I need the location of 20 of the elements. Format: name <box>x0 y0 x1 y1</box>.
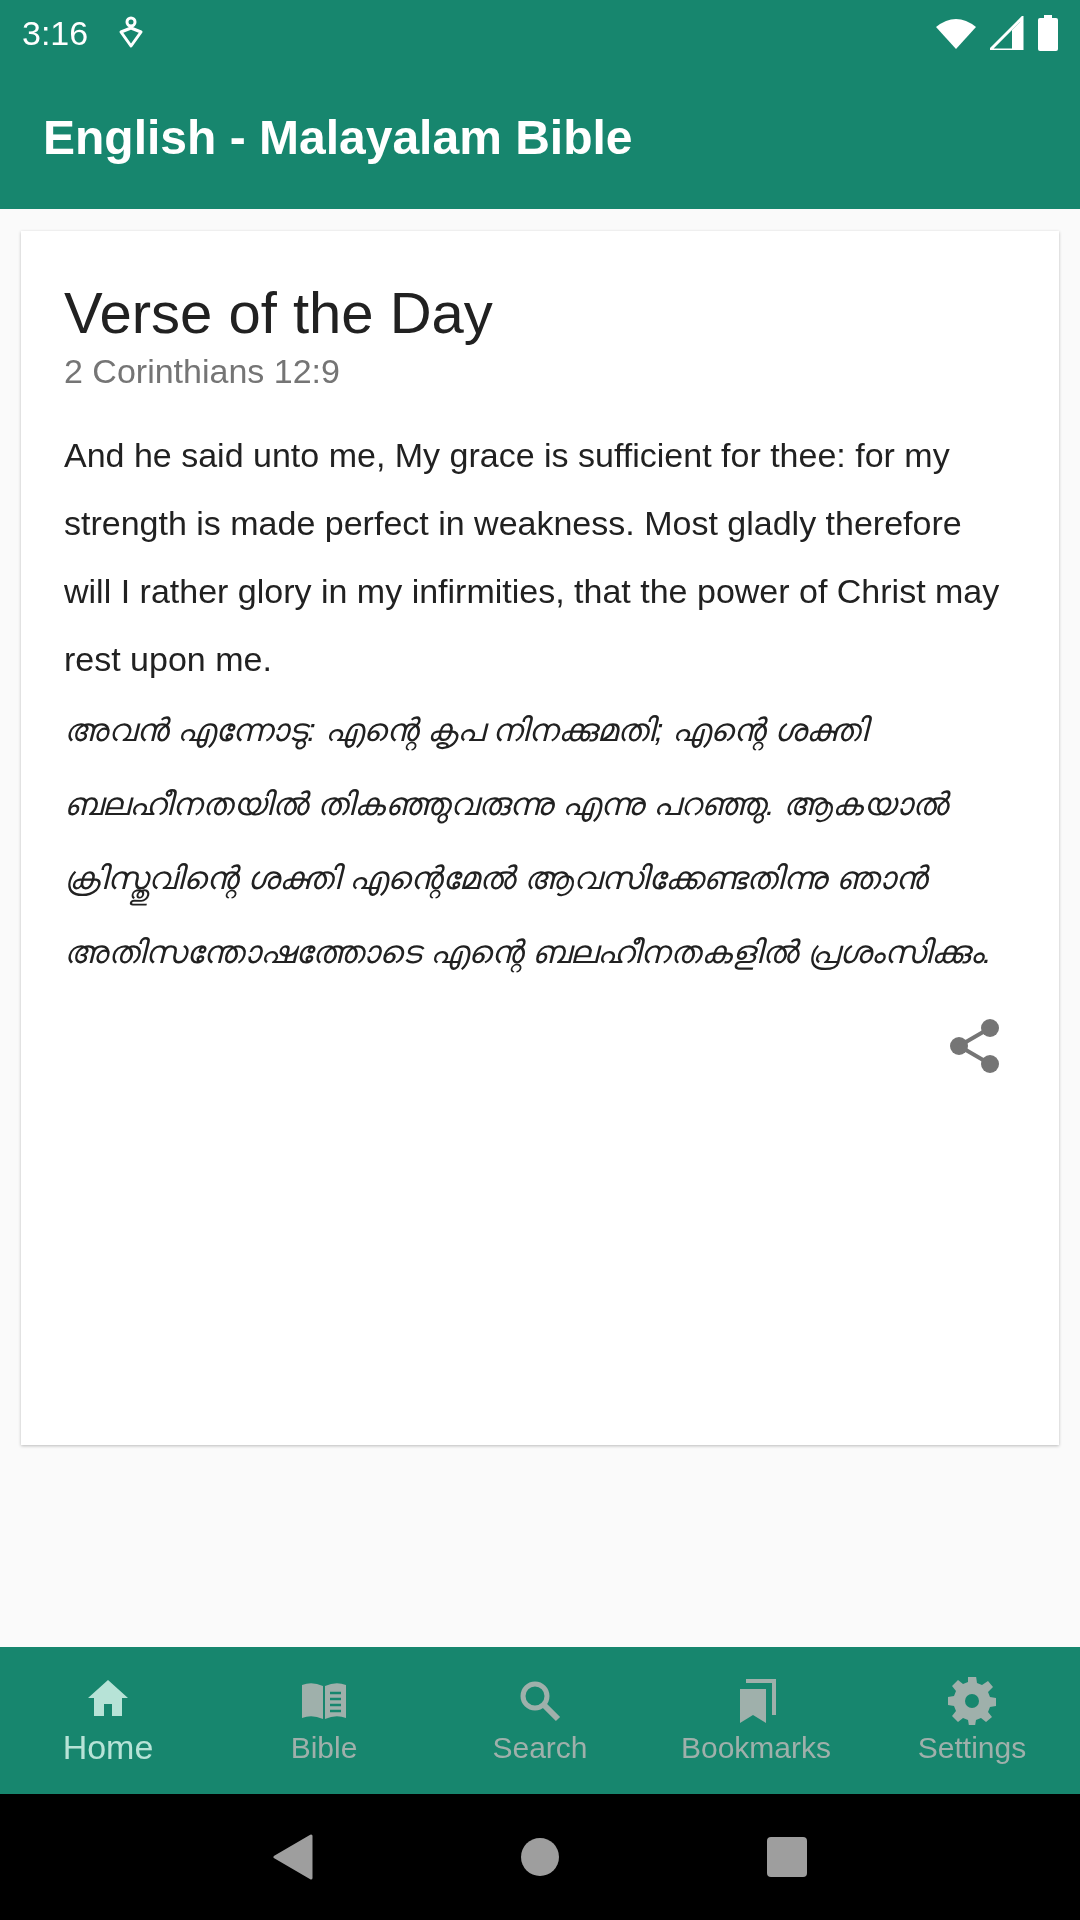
nav-tab[interactable]: Home <box>0 1647 216 1794</box>
status-time: 3:16 <box>22 13 89 53</box>
wifi-icon <box>936 17 976 49</box>
home-circle-icon[interactable] <box>520 1837 560 1877</box>
nav-tab[interactable]: Bookmarks <box>648 1647 864 1794</box>
signal-icon <box>990 16 1024 50</box>
app-title: English - Malayalam Bible <box>43 110 633 165</box>
verse-translation: അവൻ എന്നോടു: എന്റെ കൃപ നിനക്കുമതി; എന്റെ ശക്തി ബലഹീനതയിൽ തികഞ്ഞുവരുന്നു എന്നു പറഞ്ഞു. ആകയാൽ ക്രിസ്തുവിന്റെ ശക്തി എന്റെമേൽ ആവസിക്കേണ്ടതിന്നു ഞാൻ അതിസന്തോഷത്തോടെ എന്റെ ബലഹീനതകളിൽ പ്രശംസിക്കും. <box>64 693 1016 989</box>
share-icon[interactable] <box>950 1019 1000 1073</box>
nav-tab[interactable]: Bible <box>216 1647 432 1794</box>
nav-tab[interactable]: Search <box>432 1647 648 1794</box>
card-heading: Verse of the Day <box>64 279 494 346</box>
battery-icon <box>1038 15 1058 51</box>
verse-text: And he said unto me, My grace is sufficient for thee: for my strength is made perfect in weakness. Most gladly therefore will I rather glory in my infirmities, that the power of Christ may rest upon me. <box>64 435 1001 680</box>
notification-icon <box>118 16 145 50</box>
back-icon[interactable] <box>273 1834 314 1880</box>
verse-reference: 2 Corinthians 12:9 <box>64 352 341 391</box>
gear-icon <box>948 1676 996 1725</box>
overview-icon[interactable] <box>766 1837 807 1877</box>
nav-tab[interactable]: Settings <box>864 1647 1080 1794</box>
